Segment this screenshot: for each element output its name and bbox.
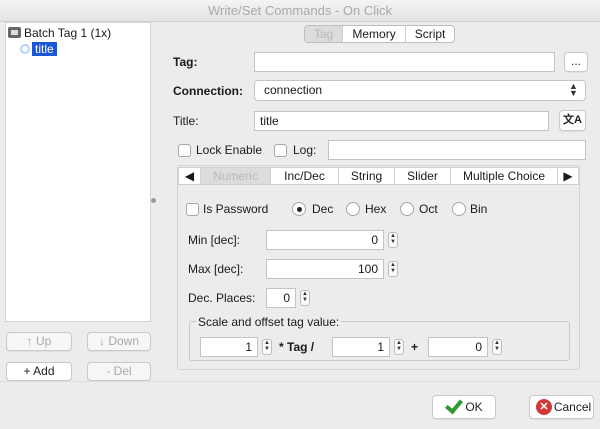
command-type-tabs: ◀ Numeric Inc/Dec String Slider Multiple…	[178, 167, 579, 185]
tag-input[interactable]	[254, 52, 555, 72]
radio-dec-label: Dec	[312, 202, 334, 216]
divisor-input[interactable]: 1	[332, 337, 390, 357]
del-button[interactable]: - Del	[87, 362, 151, 381]
radio-bin-label: Bin	[470, 202, 488, 216]
log-label: Log:	[293, 143, 317, 157]
connection-select[interactable]: connection ▲ ▼	[254, 80, 586, 101]
max-input[interactable]: 100	[266, 259, 384, 279]
log-checkbox[interactable]	[274, 144, 287, 157]
dialog-footer	[0, 381, 600, 429]
splitter-handle[interactable]	[151, 198, 156, 203]
tag-label: Tag:	[173, 55, 198, 69]
browse-button[interactable]: ...	[564, 52, 588, 72]
tab-script[interactable]: Script	[406, 26, 455, 42]
times-tag-label: * Tag /	[279, 340, 315, 354]
tab-slider[interactable]: Slider	[395, 168, 451, 184]
tab-numeric[interactable]: Numeric	[201, 168, 271, 184]
radio-dec[interactable]	[292, 202, 306, 216]
radio-oct-label: Oct	[419, 202, 438, 216]
tree-child-label: title	[32, 42, 57, 56]
divisor-stepper-icon[interactable]: ▲ ▼	[394, 339, 404, 355]
tree-root-label: Batch Tag 1 (1x)	[24, 26, 112, 40]
down-button[interactable]: ↓ Down	[87, 332, 151, 351]
tab-tag[interactable]: Tag	[305, 26, 344, 42]
tab-string[interactable]: String	[339, 168, 395, 184]
up-button[interactable]: ↑ Up	[6, 332, 72, 351]
log-input[interactable]	[328, 140, 586, 160]
tab-multiple-choice[interactable]: Multiple Choice	[451, 168, 558, 184]
tree-item-root[interactable]: Batch Tag 1 (1x)	[8, 25, 111, 41]
cancel-label: Cancel	[553, 400, 592, 414]
title-input[interactable]: title	[254, 111, 549, 131]
scale-offset-label: Scale and offset tag value:	[196, 315, 342, 329]
is-password-label: Is Password	[203, 202, 269, 216]
connection-label: Connection:	[173, 84, 243, 98]
add-button[interactable]: + Add	[6, 362, 72, 381]
ok-button[interactable]: OK	[432, 395, 496, 419]
cancel-x-icon: ✕	[536, 399, 552, 415]
radio-hex[interactable]	[346, 202, 360, 216]
tab-inc-dec[interactable]: Inc/Dec	[271, 168, 339, 184]
plus-label: +	[411, 340, 419, 354]
checkmark-icon	[445, 395, 463, 415]
lock-enable-checkbox[interactable]	[178, 144, 191, 157]
dec-places-label: Dec. Places:	[188, 291, 256, 305]
offset-input[interactable]: 0	[428, 337, 488, 357]
tree-item-title[interactable]: title	[20, 41, 57, 57]
is-password-checkbox[interactable]	[186, 203, 199, 216]
title-label: Title:	[173, 114, 199, 128]
lock-enable-label: Lock Enable	[196, 143, 263, 157]
batch-tree[interactable]: Batch Tag 1 (1x) title	[5, 22, 151, 322]
translate-icon[interactable]: 文A	[559, 110, 586, 131]
min-label: Min [dec]:	[188, 233, 241, 247]
chevron-updown-icon: ▲ ▼	[569, 81, 578, 98]
tag-batch-icon	[8, 27, 21, 38]
min-input[interactable]: 0	[266, 230, 384, 250]
window-title: Write/Set Commands - On Click	[0, 0, 600, 22]
top-tabs: Tag Memory Script	[304, 25, 456, 43]
dec-places-input[interactable]: 0	[266, 288, 296, 308]
cancel-button[interactable]: ✕ Cancel	[529, 395, 594, 419]
scale-stepper-icon[interactable]: ▲ ▼	[262, 339, 272, 355]
scale-input[interactable]: 1	[200, 337, 258, 357]
radio-bin[interactable]	[452, 202, 466, 216]
ok-label: OK	[465, 400, 483, 414]
radio-oct[interactable]	[400, 202, 414, 216]
node-icon	[20, 44, 30, 54]
offset-stepper-icon[interactable]: ▲ ▼	[492, 339, 502, 355]
scroll-left-icon[interactable]: ◀	[179, 168, 201, 184]
max-stepper-icon[interactable]: ▲ ▼	[388, 261, 398, 277]
tab-memory[interactable]: Memory	[343, 26, 406, 42]
connection-value: connection	[264, 83, 323, 97]
max-label: Max [dec]:	[188, 262, 244, 276]
scroll-right-icon[interactable]: ▶	[558, 168, 578, 184]
dec-places-stepper-icon[interactable]: ▲ ▼	[300, 290, 310, 306]
radio-hex-label: Hex	[365, 202, 387, 216]
min-stepper-icon[interactable]: ▲ ▼	[388, 232, 398, 248]
